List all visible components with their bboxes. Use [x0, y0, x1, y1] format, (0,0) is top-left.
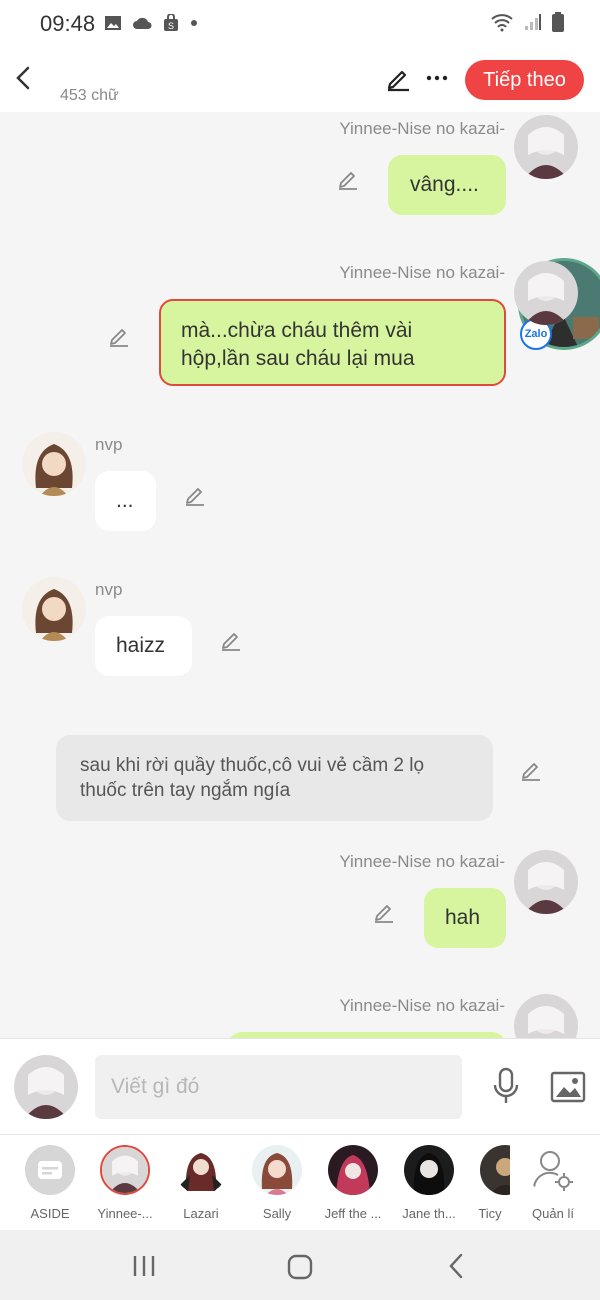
- message-bubble[interactable]: hah: [424, 888, 506, 948]
- avatar: [22, 432, 86, 496]
- aside-icon: [25, 1145, 75, 1195]
- nav-back-icon[interactable]: [446, 1252, 466, 1280]
- dot-icon: [191, 20, 197, 26]
- message-input[interactable]: [95, 1055, 462, 1119]
- avatar: [514, 850, 578, 914]
- current-character-avatar[interactable]: [14, 1055, 78, 1119]
- character-label: Lazari: [183, 1206, 219, 1221]
- avatar: [480, 1145, 510, 1195]
- narration-text-line: thuốc trên tay ngắm ngía: [80, 780, 291, 801]
- character-sally[interactable]: Sally: [242, 1145, 312, 1221]
- shopping-bag-icon: S: [164, 14, 178, 31]
- sender-name: Yinnee-Nise no kazai-: [339, 852, 505, 871]
- home-icon[interactable]: [286, 1253, 314, 1281]
- avatar: [514, 994, 578, 1038]
- pencil-icon[interactable]: [519, 757, 543, 781]
- svg-text:S: S: [168, 21, 174, 31]
- avatar: [514, 261, 578, 325]
- character-ticy[interactable]: Ticy: [470, 1145, 510, 1221]
- microphone-icon[interactable]: [490, 1067, 522, 1107]
- back-arrow-icon[interactable]: [10, 62, 38, 94]
- message-text-line: hộp,lần sau cháu lại mua: [181, 347, 415, 370]
- pencil-icon[interactable]: [183, 482, 207, 506]
- avatar: [22, 577, 86, 641]
- pencil-icon[interactable]: [336, 166, 360, 190]
- narration-bubble[interactable]: sau khi rời quầy thuốc,cô vui vẻ cầm 2 l…: [56, 735, 493, 821]
- character-label: Ticy: [478, 1206, 502, 1221]
- status-bar: 09:48 S: [0, 0, 600, 48]
- character-jeff[interactable]: Jeff the ...: [318, 1145, 388, 1221]
- sender-name: Yinnee-Nise no kazai-: [339, 263, 505, 282]
- sender-name: nvp: [95, 580, 123, 599]
- character-label: ASIDE: [30, 1206, 70, 1221]
- cloud-icon: [133, 17, 152, 29]
- character-label: Sally: [262, 1206, 292, 1221]
- character-label: Jane th...: [402, 1206, 456, 1221]
- message-bubble[interactable]: mà...chừa cháu thêm vài hộp,lần sau cháu…: [159, 299, 506, 386]
- wifi-icon: [491, 14, 513, 32]
- avatar: [328, 1145, 378, 1195]
- pencil-icon[interactable]: [372, 899, 396, 923]
- character-lazari[interactable]: Lazari: [166, 1145, 236, 1221]
- sender-name: Yinnee-Nise no kazai-: [339, 119, 505, 138]
- image-icon[interactable]: [550, 1069, 586, 1105]
- pencil-icon[interactable]: [107, 323, 131, 347]
- message-text-line: mà...chừa cháu thêm vài: [181, 319, 413, 342]
- character-yinnee[interactable]: Yinnee-...: [90, 1145, 160, 1221]
- avatar: [176, 1145, 226, 1195]
- status-time: 09:48: [40, 11, 96, 36]
- avatar: [252, 1145, 302, 1195]
- message-bubble[interactable]: vâng....: [388, 155, 506, 215]
- character-bar: ASIDE Yinnee-... Lazari Sally Jeff the .…: [0, 1134, 600, 1230]
- recent-apps-icon[interactable]: [130, 1254, 158, 1278]
- word-count: 453 chữ: [60, 87, 119, 104]
- system-nav-bar: [0, 1230, 600, 1300]
- character-label: Yinnee-...: [97, 1206, 153, 1221]
- narration-text-line: sau khi rời quầy thuốc,cô vui vẻ cầm 2 l…: [80, 755, 425, 776]
- chat-area[interactable]: Yinnee-Nise no kazai- vâng.... Zalo Yinn…: [0, 112, 600, 1038]
- gallery-icon: [105, 16, 121, 30]
- avatar: [514, 115, 578, 179]
- message-bubble[interactable]: ...: [95, 471, 156, 531]
- manage-users-icon: [528, 1145, 578, 1195]
- character-aside[interactable]: ASIDE: [15, 1145, 85, 1221]
- sender-name: nvp: [95, 435, 123, 454]
- character-manage[interactable]: Quản lí: [518, 1145, 588, 1221]
- next-button[interactable]: Tiếp theo: [465, 60, 584, 100]
- sender-name: Yinnee-Nise no kazai-: [339, 996, 505, 1015]
- character-jane[interactable]: Jane th...: [394, 1145, 464, 1221]
- battery-icon: [552, 12, 564, 32]
- character-label: Jeff the ...: [324, 1206, 382, 1221]
- pencil-icon[interactable]: [219, 627, 243, 651]
- composer: [0, 1038, 600, 1134]
- signal-icon: [525, 14, 541, 30]
- more-icon[interactable]: [424, 64, 450, 92]
- avatar: [100, 1145, 150, 1195]
- character-label: Quản lí: [532, 1206, 574, 1221]
- avatar: [404, 1145, 454, 1195]
- message-bubble[interactable]: haizz: [95, 616, 192, 676]
- edit-icon[interactable]: [384, 64, 412, 92]
- header: 453 chữ Tiếp theo: [0, 48, 600, 112]
